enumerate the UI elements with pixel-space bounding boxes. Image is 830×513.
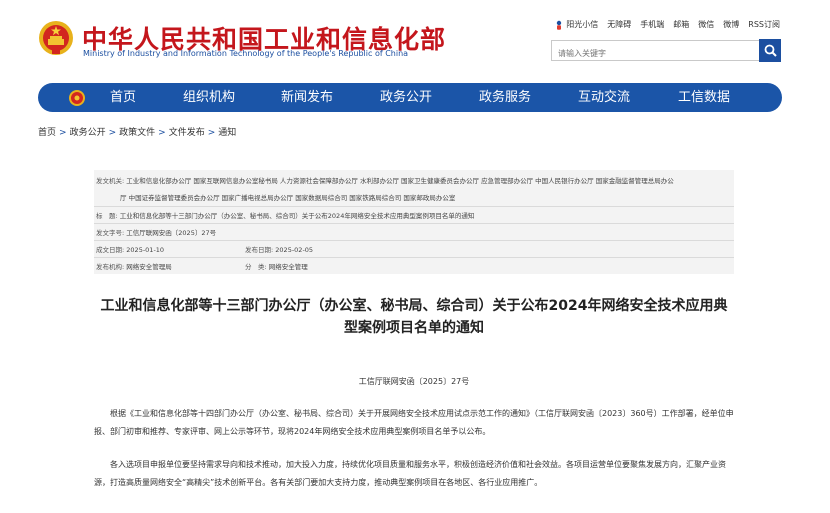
nav-item-news[interactable]: 新闻发布 [281,83,333,112]
link-sunshine-label: 阳光小信 [566,20,599,29]
meta-title-label: 标 题: [96,212,118,220]
meta-published-label: 发布日期: [245,246,274,254]
meta-divider [94,223,734,224]
meta-published-row: 发布日期: 2025-02-05 [245,244,313,254]
meta-issuer-row-continued: 厅 中国证券监督管理委员会办公厅 国家广播电视总局办公厅 国家数据局综合司 国家… [120,192,455,202]
meta-divider [94,240,734,241]
mobile-link[interactable]: 手机端 [640,19,664,30]
main-nav: 首页 组织机构 新闻发布 政务公开 政务服务 互动交流 工信数据 [38,83,782,112]
meta-title-value: 工业和信息化部等十三部门办公厅（办公室、秘书局、综合司）关于公布2024年网络安… [119,212,475,220]
meta-issuer-label: 发文机关: [96,177,125,185]
breadcrumb-home[interactable]: 首页 [38,128,56,138]
nav-item-interaction[interactable]: 互动交流 [578,83,630,112]
meta-created-row: 成文日期: 2025-01-10 [96,244,164,254]
sunshine-link[interactable]: 阳光小信 [554,19,598,30]
meta-created-label: 成文日期: [96,246,125,254]
search-icon [764,44,777,57]
paragraph-2: 各入选项目申报单位要坚持需求导向和技术推动，加大投入力度，持续优化项目质量和服务… [94,460,726,487]
breadcrumb-notice[interactable]: 通知 [218,128,236,138]
nav-item-data[interactable]: 工信数据 [678,83,730,112]
site-header: 中华人民共和国工业和信息化部 Ministry of Industry and … [0,0,830,80]
meta-divider [94,206,734,207]
document-meta: 发文机关: 工业和信息化部办公厅 国家互联网信息办公室秘书局 人力资源社会保障部… [94,170,734,274]
meta-category-label: 分 类: [245,263,267,271]
meta-published-value: 2025-02-05 [275,246,314,254]
weibo-link[interactable]: 微博 [723,19,739,30]
document-title-line2: 型案例项目名单的通知 [344,320,484,336]
search-box [551,40,760,63]
document-title-line1: 工业和信息化部等十三部门办公厅（办公室、秘书局、综合司）关于公布2024年网络安… [100,298,728,314]
mail-link[interactable]: 邮箱 [673,19,689,30]
meta-org-row: 发布机构: 网络安全管理局 [96,261,172,271]
meta-issuer-value: 工业和信息化部办公厅 国家互联网信息办公室秘书局 人力资源社会保障部办公厅 水利… [126,177,674,185]
search-input[interactable] [552,44,759,63]
meta-created-value: 2025-01-10 [126,246,165,254]
ministry-logo-icon [69,90,85,106]
nav-item-services[interactable]: 政务服务 [479,83,531,112]
meta-category-row: 分 类: 网络安全管理 [245,261,308,271]
breadcrumb-file-release[interactable]: 文件发布 [169,128,205,138]
meta-docno-label: 发文字号: [96,229,125,237]
breadcrumb-separator: > [108,128,117,138]
meta-docno-value: 工信厅联网安函〔2025〕27号 [126,229,217,237]
document-title: 工业和信息化部等十三部门办公厅（办公室、秘书局、综合司）关于公布2024年网络安… [94,295,734,339]
meta-issuer-value-continued: 厅 中国证券监督管理委员会办公厅 国家广播电视总局办公厅 国家数据局综合司 国家… [120,194,456,202]
breadcrumb-government-affairs[interactable]: 政务公开 [70,128,106,138]
meta-category-value: 网络安全管理 [268,263,308,271]
nav-item-government-affairs[interactable]: 政务公开 [380,83,432,112]
breadcrumb-separator: > [158,128,166,138]
search-button[interactable] [759,39,781,62]
nav-item-organization[interactable]: 组织机构 [183,83,235,112]
paragraph-1: 根据《工业和信息化部等十四部门办公厅（办公室、秘书局、综合司）关于开展网络安全技… [94,409,734,436]
mascot-icon [557,20,562,30]
nav-item-home[interactable]: 首页 [110,83,136,112]
document-number: 工信厅联网安函〔2025〕27号 [358,377,470,386]
rss-link[interactable]: RSS订阅 [748,19,780,30]
meta-org-label: 发布机构: [96,263,125,271]
breadcrumb-separator: > [59,128,67,138]
top-links: 阳光小信 无障碍 手机端 邮箱 微信 微博 RSS订阅 [554,19,780,30]
site-subtitle: Ministry of Industry and Information Tec… [83,49,409,58]
meta-org-value: 网络安全管理局 [126,263,172,271]
national-emblem-icon [39,21,73,55]
breadcrumb-separator: > [207,128,216,138]
breadcrumb-policy-documents[interactable]: 政策文件 [119,128,155,138]
wechat-link[interactable]: 微信 [698,19,714,30]
meta-issuer-row: 发文机关: 工业和信息化部办公厅 国家互联网信息办公室秘书局 人力资源社会保障部… [96,175,674,185]
meta-divider [94,257,734,258]
accessibility-link[interactable]: 无障碍 [607,19,631,30]
breadcrumb: 首页 > 政务公开 > 政策文件 > 文件发布 > 通知 [38,125,236,138]
meta-title-row: 标 题: 工业和信息化部等十三部门办公厅（办公室、秘书局、综合司）关于公布202… [96,210,474,220]
meta-docno-row: 发文字号: 工信厅联网安函〔2025〕27号 [96,227,216,237]
